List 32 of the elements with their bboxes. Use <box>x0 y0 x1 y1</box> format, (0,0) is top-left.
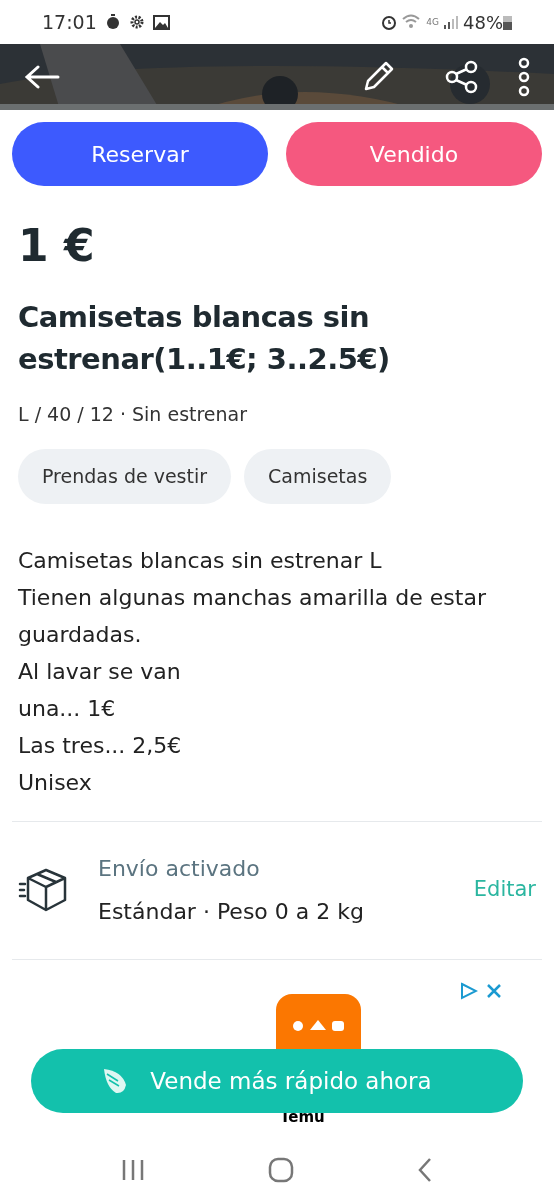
network-label: 4G <box>426 17 439 27</box>
category-tag[interactable]: Camisetas <box>244 448 392 504</box>
package-icon <box>18 868 68 912</box>
shipping-details: Estándar · Peso 0 a 2 kg <box>98 898 365 926</box>
image-icon <box>152 14 170 30</box>
timer-icon <box>104 14 121 30</box>
ad-choices-icon[interactable] <box>460 981 478 1000</box>
shipping-status: Envío activado <box>98 855 261 883</box>
reserve-button[interactable]: Reservar <box>12 122 268 186</box>
recent-apps-icon[interactable] <box>121 1159 146 1181</box>
back-icon[interactable] <box>416 1157 433 1183</box>
item-details: L / 40 / 12 · Sin estrenar <box>18 402 249 427</box>
home-icon[interactable] <box>268 1157 294 1183</box>
description-line: una... 1€ <box>18 694 117 723</box>
battery-percent: 48% <box>463 10 503 35</box>
share-icon[interactable] <box>444 59 480 95</box>
alarm-icon <box>380 13 399 31</box>
description-line: Unisex <box>18 768 93 797</box>
close-icon[interactable] <box>486 982 502 999</box>
category-tag[interactable]: Prendas de vestir <box>18 448 232 504</box>
battery-icon <box>503 14 512 30</box>
description-line: Tienen algunas manchas amarilla de estar guardadas. <box>18 583 487 649</box>
description-line: Camisetas blancas sin estrenar L <box>18 546 383 575</box>
description-line: Las tres... 2,5€ <box>18 731 183 760</box>
price: 1 € <box>18 219 96 273</box>
item-title: Camisetas blancas sin estrenar(1..1€; 3..2.5€) <box>18 299 391 378</box>
status-time: 17:01 <box>42 9 97 35</box>
back-arrow-icon[interactable] <box>24 65 60 89</box>
sold-button[interactable]: Vendido <box>286 122 542 186</box>
signal-icon <box>443 14 459 30</box>
description-line: Al lavar se van <box>18 657 182 686</box>
more-options-icon[interactable] <box>518 57 530 97</box>
